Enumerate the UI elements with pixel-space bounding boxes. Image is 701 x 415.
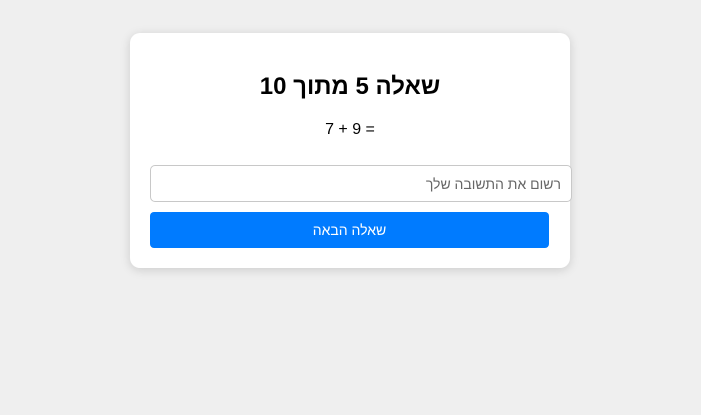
next-question-button[interactable]: שאלה הבאה <box>150 212 549 248</box>
question-text: 7 + 9 = <box>325 121 375 138</box>
question-counter-title: שאלה 5 מתוך 10 <box>259 73 441 100</box>
quiz-card: שאלה 5 מתוך 10 7 + 9 = שאלה הבאה <box>130 33 572 268</box>
answer-input[interactable] <box>150 165 572 202</box>
